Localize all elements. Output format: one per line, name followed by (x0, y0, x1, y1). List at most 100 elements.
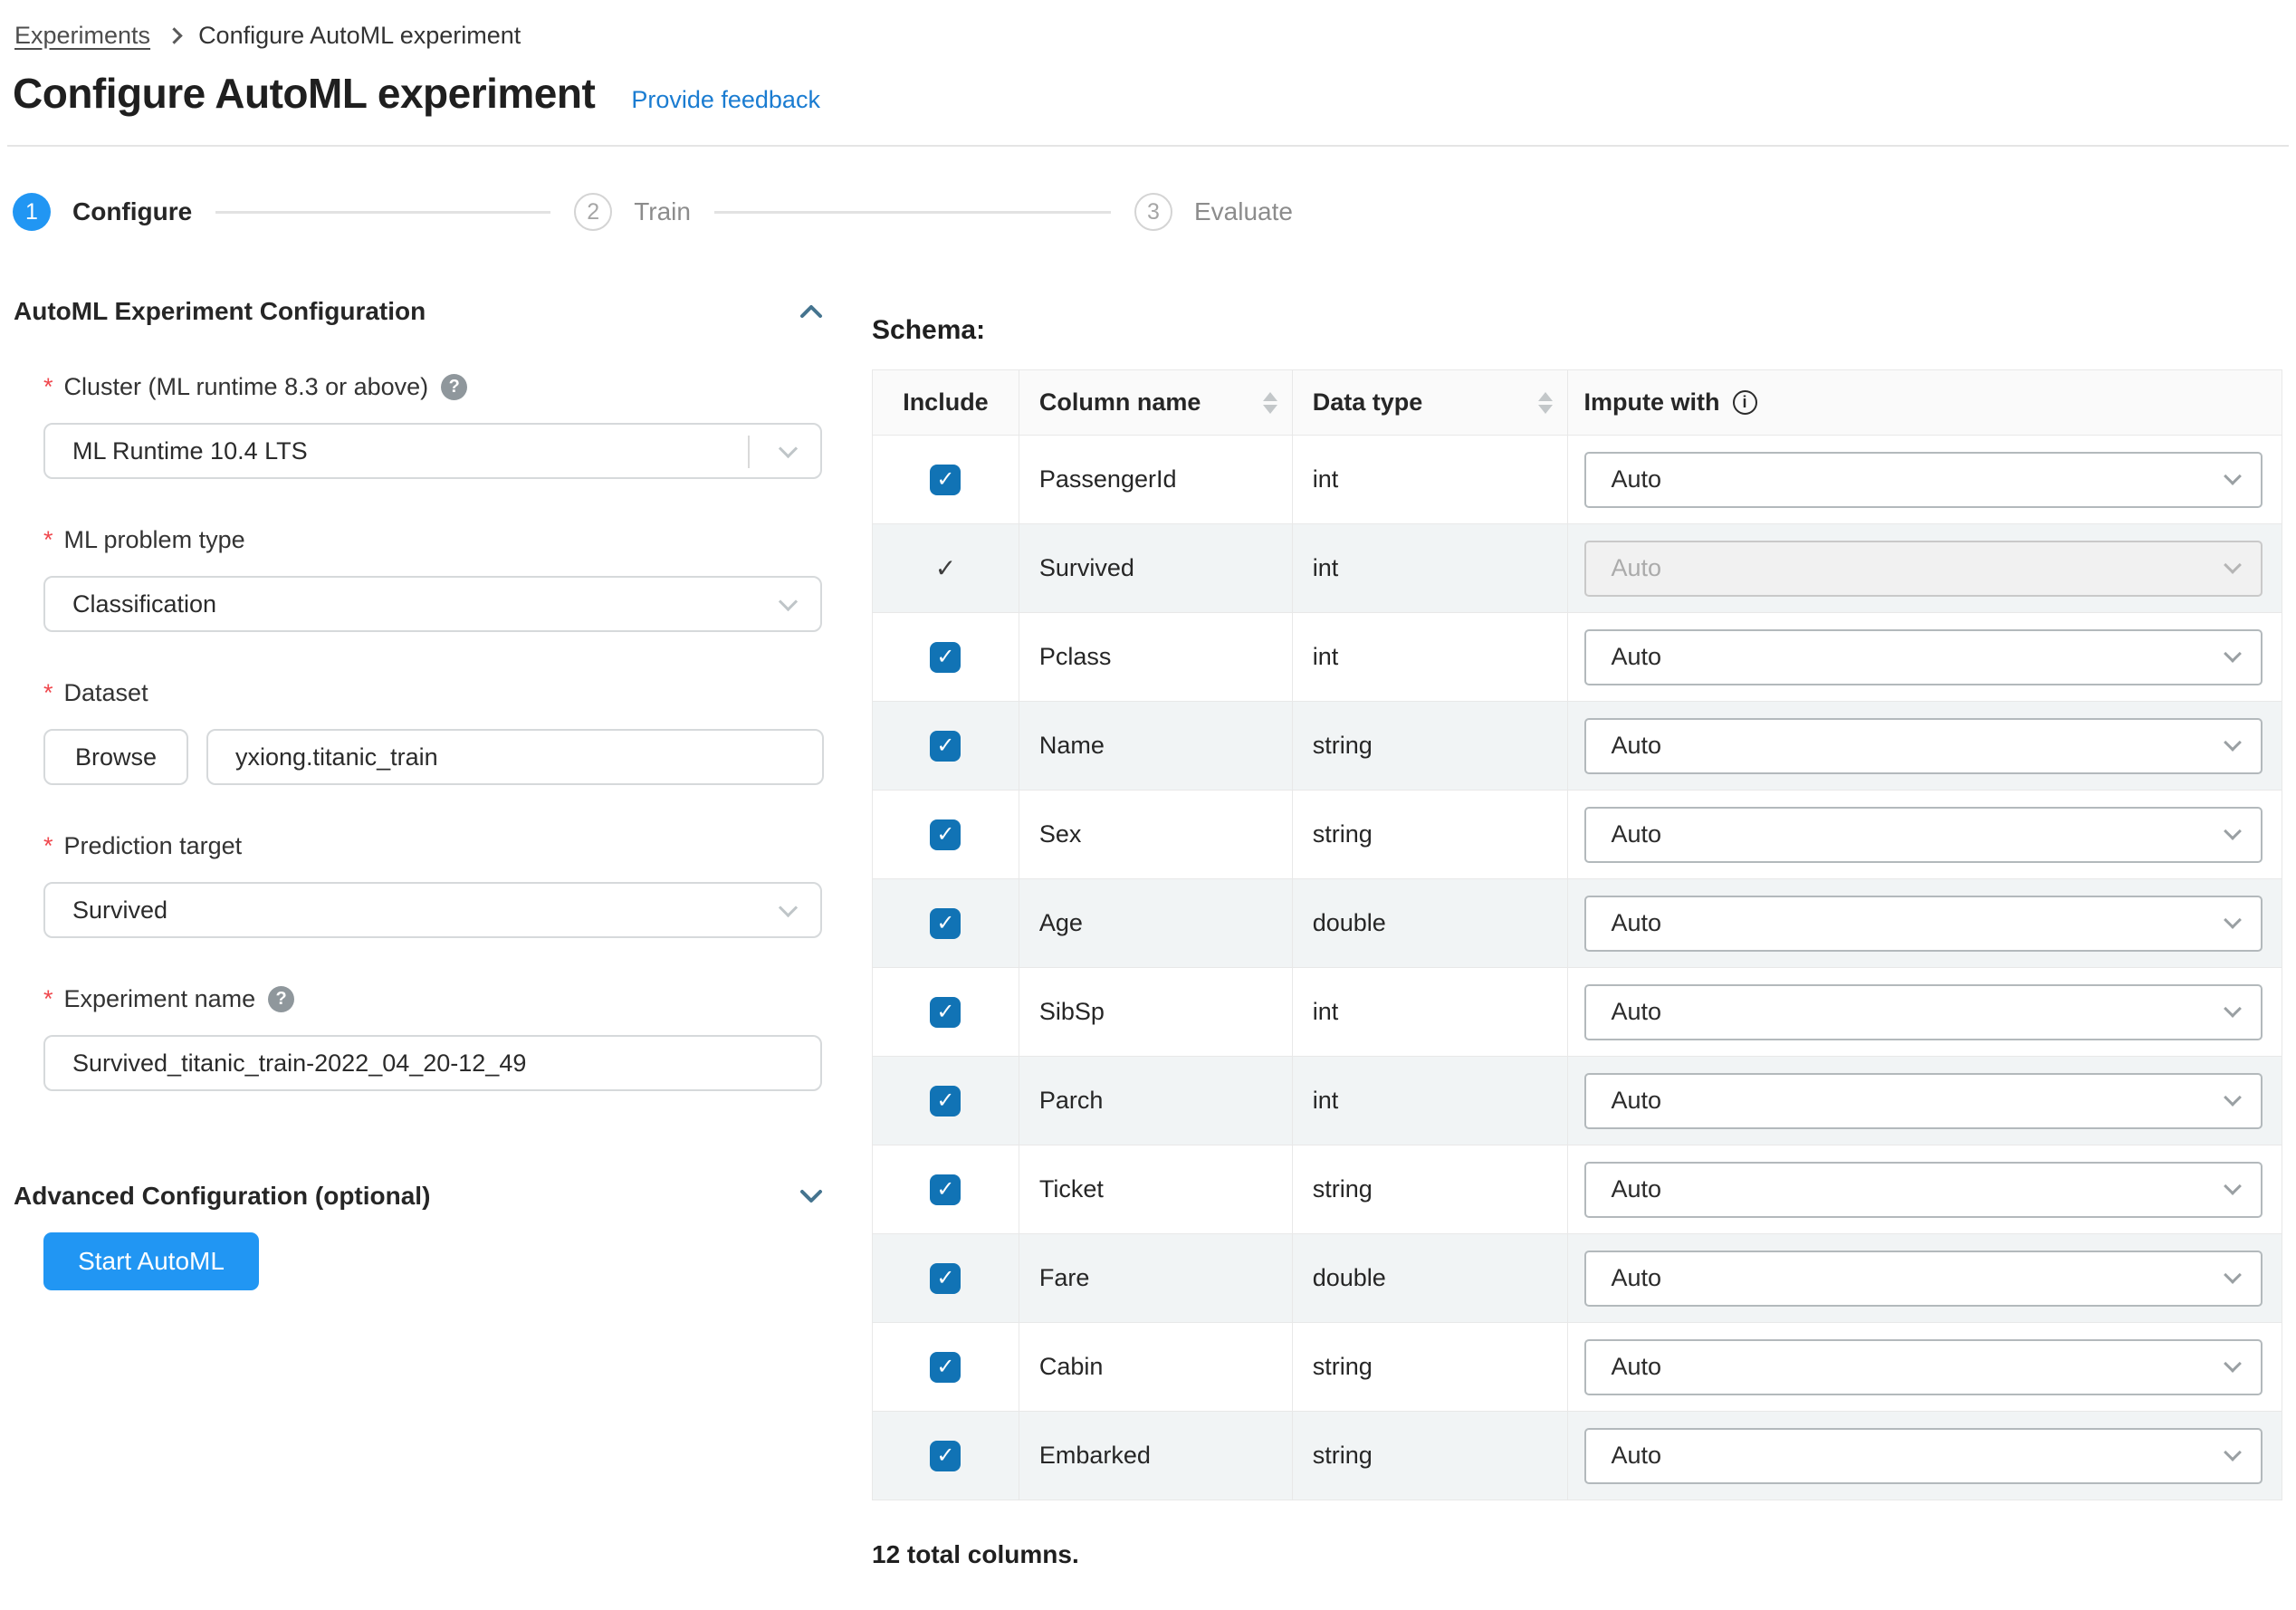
table-row: ✓ Fare double Auto (873, 1234, 2282, 1323)
column-name-cell: SibSp (1019, 968, 1293, 1057)
chevron-down-icon (778, 591, 799, 612)
include-checkbox[interactable]: ✓ (930, 730, 961, 762)
data-type-cell: string (1292, 1412, 1568, 1500)
chevron-down-icon (2223, 1354, 2242, 1373)
impute-cell: Auto (1567, 436, 2282, 524)
chevron-down-icon (778, 897, 799, 918)
info-icon[interactable]: i (1732, 390, 1757, 415)
chevron-down-icon (2223, 644, 2242, 663)
chevron-down-icon (2223, 466, 2242, 485)
impute-cell: Auto (1567, 1057, 2282, 1145)
impute-select[interactable]: Auto (1583, 983, 2263, 1040)
breadcrumb-link-experiments[interactable]: Experiments (14, 22, 150, 50)
impute-select[interactable]: Auto (1583, 1427, 2263, 1484)
header-divider (7, 145, 2289, 147)
impute-select[interactable]: Auto (1583, 806, 2263, 863)
prediction-target-select[interactable]: Survived (43, 882, 822, 938)
impute-select[interactable]: Auto (1583, 451, 2263, 508)
provide-feedback-link[interactable]: Provide feedback (631, 86, 820, 114)
page-title: Configure AutoML experiment (13, 70, 596, 117)
impute-select[interactable]: Auto (1583, 1072, 2263, 1129)
help-icon[interactable]: ? (268, 986, 295, 1012)
table-row: ✓ Ticket string Auto (873, 1145, 2282, 1234)
impute-select[interactable]: Auto (1583, 628, 2263, 685)
header-column-name[interactable]: Column name (1019, 370, 1293, 436)
table-row: ✓ Sex string Auto (873, 791, 2282, 879)
sort-icon[interactable] (1262, 391, 1277, 414)
column-name-cell: Ticket (1019, 1145, 1293, 1234)
problem-type-label: * ML problem type (43, 526, 245, 553)
total-columns-text: 12 total columns. (872, 1540, 1079, 1568)
chevron-down-icon (2223, 910, 2242, 929)
include-cell: ✓ (873, 791, 1019, 879)
advanced-section-title: Advanced Configuration (optional) (14, 1182, 431, 1210)
impute-cell: Auto (1567, 879, 2282, 968)
dataset-input[interactable]: yxiong.titanic_train (206, 729, 824, 785)
include-cell: ✓ (873, 968, 1019, 1057)
advanced-config-section-header[interactable]: Advanced Configuration (optional) (14, 1182, 824, 1211)
required-marker: * (43, 526, 53, 553)
collapse-chevron-down-icon[interactable] (799, 1188, 824, 1204)
data-type-cell: double (1292, 879, 1568, 968)
browse-button[interactable]: Browse (43, 729, 188, 785)
required-marker: * (43, 373, 53, 400)
step-configure: 1 Configure (13, 193, 192, 231)
step-train: 2 Train (574, 193, 691, 231)
include-cell: ✓ (873, 879, 1019, 968)
impute-select[interactable]: Auto (1583, 1161, 2263, 1218)
column-name-cell: Name (1019, 702, 1293, 791)
include-checkbox[interactable]: ✓ (930, 1085, 961, 1116)
dataset-input-value: yxiong.titanic_train (235, 743, 438, 771)
prediction-target-select-value: Survived (72, 896, 168, 924)
start-automl-button[interactable]: Start AutoML (43, 1232, 259, 1290)
data-type-cell: double (1292, 1234, 1568, 1323)
include-checkbox[interactable]: ✓ (930, 819, 961, 850)
column-name-cell: Sex (1019, 791, 1293, 879)
table-row: ✓ Age double Auto (873, 879, 2282, 968)
sort-icon[interactable] (1537, 391, 1553, 414)
include-checkbox[interactable]: ✓ (930, 1351, 961, 1383)
schema-panel: Schema: Include Column name Data type Im… (872, 315, 2282, 1569)
impute-select[interactable]: Auto (1583, 895, 2263, 952)
automl-config-section-header[interactable]: AutoML Experiment Configuration (14, 297, 824, 326)
impute-cell: Auto (1567, 1145, 2282, 1234)
data-type-cell: int (1292, 524, 1568, 613)
section-title: AutoML Experiment Configuration (14, 297, 426, 325)
include-checkbox[interactable]: ✓ (930, 641, 961, 673)
impute-cell: Auto (1567, 702, 2282, 791)
impute-cell: Auto (1567, 1412, 2282, 1500)
impute-select[interactable]: Auto (1583, 1250, 2263, 1307)
problem-type-select[interactable]: Classification (43, 576, 822, 632)
help-icon[interactable]: ? (441, 374, 468, 400)
impute-select[interactable]: Auto (1583, 717, 2263, 774)
chevron-down-icon (2223, 555, 2242, 574)
include-checkbox[interactable]: ✓ (930, 907, 961, 939)
required-marker: * (43, 985, 53, 1012)
column-name-cell: Parch (1019, 1057, 1293, 1145)
experiment-name-input[interactable]: Survived_titanic_train-2022_04_20-12_49 (43, 1035, 822, 1091)
cluster-select[interactable]: ML Runtime 10.4 LTS (43, 423, 822, 479)
include-checkbox[interactable]: ✓ (930, 1262, 961, 1294)
header-data-type[interactable]: Data type (1292, 370, 1568, 436)
schema-table-header: Include Column name Data type Impute wit… (873, 370, 2282, 436)
table-row: ✓ Pclass int Auto (873, 613, 2282, 702)
step-3-circle: 3 (1134, 193, 1172, 231)
data-type-cell: string (1292, 1145, 1568, 1234)
collapse-chevron-up-icon[interactable] (799, 303, 824, 320)
step-3-label: Evaluate (1193, 197, 1293, 225)
include-checkbox[interactable]: ✓ (930, 1440, 961, 1471)
step-2-label: Train (634, 197, 691, 225)
table-row: ✓ Embarked string Auto (873, 1412, 2282, 1500)
include-cell: ✓ (873, 1234, 1019, 1323)
data-type-cell: int (1292, 436, 1568, 524)
include-checkbox[interactable]: ✓ (930, 464, 961, 495)
schema-table-body: ✓ PassengerId int Auto ✓ Survived int Au… (873, 436, 2282, 1500)
include-checkbox[interactable]: ✓ (930, 996, 961, 1028)
column-name-cell: Pclass (1019, 613, 1293, 702)
chevron-down-icon (2223, 1088, 2242, 1107)
prediction-target-label: * Prediction target (43, 832, 243, 859)
impute-select[interactable]: Auto (1583, 1338, 2263, 1395)
step-2-circle: 2 (574, 193, 613, 231)
checkmark-icon: ✓ (934, 554, 957, 582)
include-checkbox[interactable]: ✓ (930, 1174, 961, 1205)
